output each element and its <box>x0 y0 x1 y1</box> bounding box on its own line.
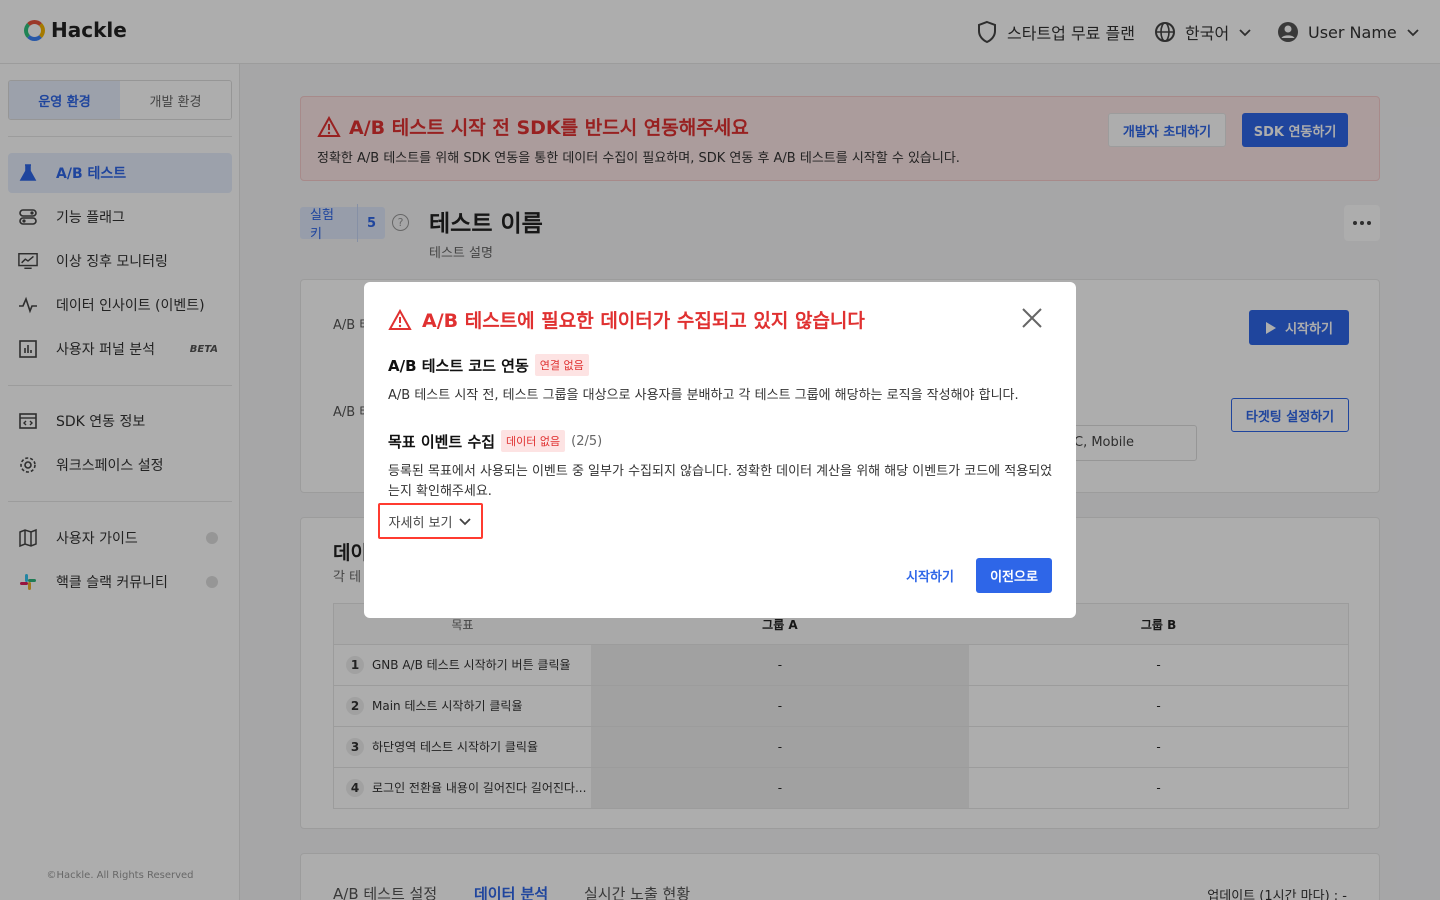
warning-icon <box>388 308 412 330</box>
modal-start-button[interactable]: 시작하기 <box>892 558 968 593</box>
section-description: 등록된 목표에서 사용되는 이벤트 중 일부가 수집되지 않습니다. 정확한 데… <box>388 464 1053 499</box>
code-integration-section: A/B 테스트 코드 연동 연결 없음 <box>388 354 589 376</box>
close-icon <box>1022 308 1042 328</box>
section-title: 목표 이벤트 수집 <box>388 432 496 451</box>
goal-event-section: 목표 이벤트 수집 데이터 없음 (2/5) <box>388 430 602 452</box>
status-badge: 데이터 없음 <box>501 430 566 452</box>
modal-title-row: A/B 테스트에 필요한 데이터가 수집되고 있지 않습니다 <box>388 306 865 333</box>
data-warning-modal: A/B 테스트에 필요한 데이터가 수집되고 있지 않습니다 A/B 테스트 코… <box>364 282 1076 618</box>
chevron-down-icon <box>459 518 472 526</box>
event-count: (2/5) <box>571 433 603 449</box>
section-title: A/B 테스트 코드 연동 <box>388 356 529 375</box>
section-description: A/B 테스트 시작 전, 테스트 그룹을 대상으로 사용자를 분배하고 각 테… <box>388 388 1019 403</box>
close-button[interactable] <box>1020 306 1044 330</box>
status-badge: 연결 없음 <box>534 354 589 376</box>
modal-back-button[interactable]: 이전으로 <box>976 558 1052 593</box>
details-label: 자세히 보기 <box>388 515 453 531</box>
details-toggle[interactable]: 자세히 보기 <box>378 503 483 539</box>
modal-title: A/B 테스트에 필요한 데이터가 수집되고 있지 않습니다 <box>422 310 865 332</box>
